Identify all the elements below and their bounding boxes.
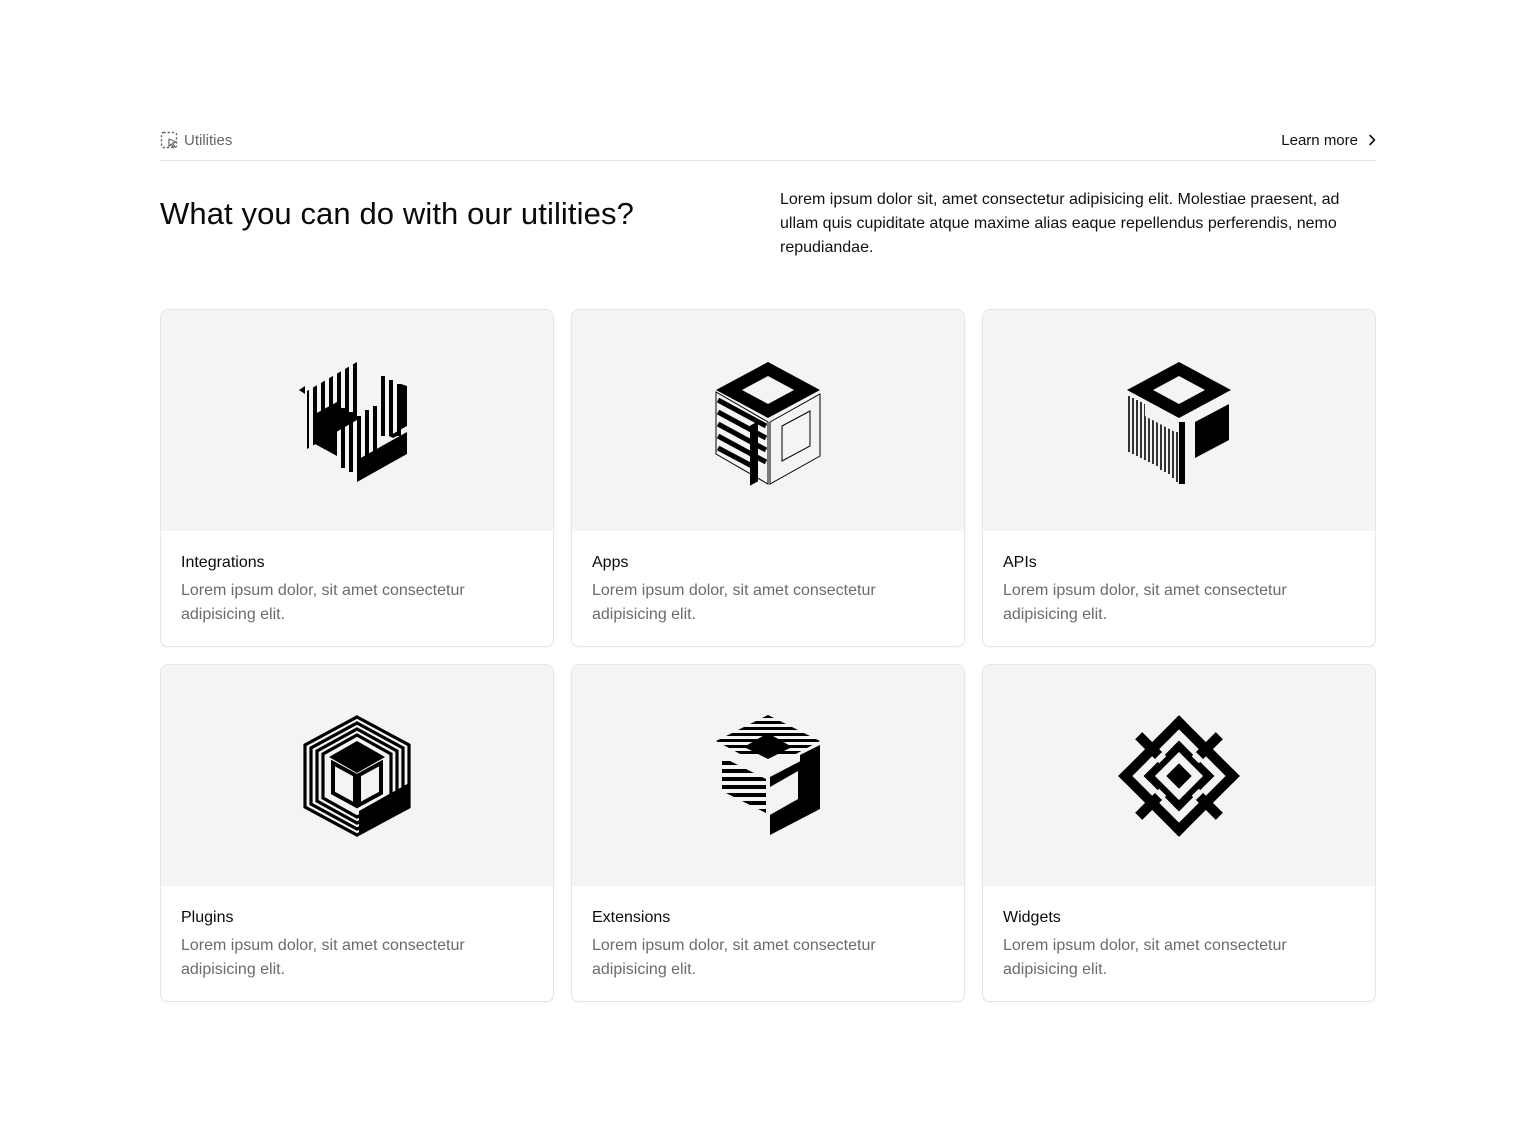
intro-description: Lorem ipsum dolor sit, amet consectetur … bbox=[780, 191, 1340, 256]
card-description: Lorem ipsum dolor, sit amet consectetur … bbox=[1003, 937, 1287, 978]
intro: What you can do with our utilities? Lore… bbox=[160, 191, 1376, 260]
card-description: Lorem ipsum dolor, sit amet consectetur … bbox=[592, 582, 876, 623]
striped-hexagon-icon bbox=[299, 361, 407, 482]
card-integrations[interactable]: Integrations Lorem ipsum dolor, sit amet… bbox=[160, 309, 554, 647]
card-title: APIs bbox=[1003, 554, 1037, 571]
section-label: Utilities bbox=[160, 131, 232, 150]
card-art bbox=[161, 665, 553, 886]
lined-cube-icon bbox=[1127, 361, 1231, 484]
card-title: Apps bbox=[592, 554, 629, 571]
card-art bbox=[983, 310, 1375, 531]
card-description: Lorem ipsum dolor, sit amet consectetur … bbox=[1003, 582, 1287, 623]
dashed-select-cursor-icon bbox=[160, 131, 179, 150]
card-art bbox=[572, 665, 964, 886]
page-title: What you can do with our utilities? bbox=[160, 196, 634, 231]
card-extensions[interactable]: Extensions Lorem ipsum dolor, sit amet c… bbox=[571, 664, 965, 1002]
chevron-right-icon bbox=[1368, 134, 1376, 146]
card-apps[interactable]: Apps Lorem ipsum dolor, sit amet consect… bbox=[571, 309, 965, 647]
card-title: Plugins bbox=[181, 909, 234, 926]
card-description: Lorem ipsum dolor, sit amet consectetur … bbox=[181, 937, 465, 978]
utilities-grid: Integrations Lorem ipsum dolor, sit amet… bbox=[160, 309, 1376, 1002]
card-apis[interactable]: APIs Lorem ipsum dolor, sit amet consect… bbox=[982, 309, 1376, 647]
open-cube-icon bbox=[715, 361, 821, 486]
card-title: Integrations bbox=[181, 554, 265, 571]
card-art bbox=[983, 665, 1375, 886]
card-art bbox=[572, 310, 964, 531]
card-plugins[interactable]: Plugins Lorem ipsum dolor, sit amet cons… bbox=[160, 664, 554, 1002]
card-description: Lorem ipsum dolor, sit amet consectetur … bbox=[592, 937, 876, 978]
horizontal-striped-cube-icon bbox=[716, 714, 820, 835]
learn-more-link[interactable]: Learn more bbox=[1281, 132, 1376, 149]
section-label-text: Utilities bbox=[184, 131, 233, 149]
card-widgets[interactable]: Widgets Lorem ipsum dolor, sit amet cons… bbox=[982, 664, 1376, 1002]
nested-hexagon-icon bbox=[303, 714, 411, 837]
utilities-section: Utilities Learn more What you can do wit… bbox=[160, 120, 1376, 1002]
card-art bbox=[161, 310, 553, 531]
card-title: Extensions bbox=[592, 909, 671, 926]
card-title: Widgets bbox=[1003, 909, 1061, 926]
learn-more-label: Learn more bbox=[1281, 131, 1358, 149]
diagonal-maze-icon bbox=[1118, 714, 1240, 837]
section-header: Utilities Learn more bbox=[160, 120, 1376, 161]
card-description: Lorem ipsum dolor, sit amet consectetur … bbox=[181, 582, 465, 623]
